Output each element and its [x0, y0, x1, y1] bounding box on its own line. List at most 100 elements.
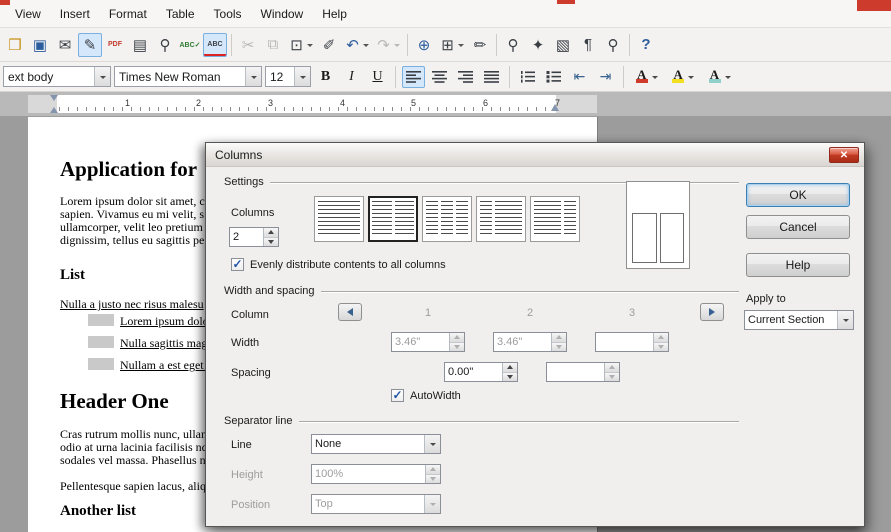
- line-style-value: None: [312, 435, 424, 453]
- cancel-button[interactable]: Cancel: [746, 215, 850, 239]
- spin-up-icon[interactable]: [264, 228, 278, 237]
- gallery-icon[interactable]: ▧: [551, 33, 575, 57]
- save-icon[interactable]: ▣: [28, 33, 52, 57]
- spin-down-icon[interactable]: [503, 372, 517, 382]
- highlighting-dropdown-icon[interactable]: [685, 67, 698, 87]
- font-color-button[interactable]: A: [630, 66, 663, 88]
- column-scroll-right-button[interactable]: [700, 303, 724, 321]
- apply-to-select[interactable]: Current Section: [744, 310, 854, 330]
- highlighting-button[interactable]: A: [666, 66, 699, 88]
- column-scroll-left-button[interactable]: [338, 303, 362, 321]
- help-button[interactable]: Help: [746, 253, 850, 277]
- right-indent-marker[interactable]: [551, 104, 559, 111]
- preview-column: [660, 213, 685, 263]
- doc-heading-3: Another list: [60, 503, 136, 520]
- formatting-marks-icon[interactable]: ¶: [576, 33, 600, 57]
- align-right-icon[interactable]: [454, 66, 477, 88]
- page-preview-icon[interactable]: ⚲: [153, 33, 177, 57]
- width-input-1: 3.46": [391, 332, 465, 352]
- undo-icon[interactable]: ↶: [342, 33, 372, 57]
- spin-up-icon[interactable]: [503, 363, 517, 372]
- line-style-dropdown-icon[interactable]: [424, 435, 440, 453]
- font-name-select[interactable]: Times New Roman: [114, 66, 262, 87]
- dialog-titlebar[interactable]: Columns: [206, 143, 864, 167]
- columns-preview: [626, 181, 690, 269]
- align-center-icon[interactable]: [428, 66, 451, 88]
- font-size-dropdown-icon[interactable]: [294, 67, 310, 86]
- spin-down-icon[interactable]: [264, 237, 278, 247]
- width-value-3: [596, 333, 653, 351]
- help-icon[interactable]: ?: [634, 33, 658, 57]
- print-icon[interactable]: ▤: [128, 33, 152, 57]
- layout-three-columns[interactable]: [422, 196, 472, 242]
- width-label: Width: [231, 337, 259, 349]
- dialog-close-button[interactable]: ✕: [829, 147, 859, 163]
- navigator-icon[interactable]: ✦: [526, 33, 550, 57]
- layout-right-narrow[interactable]: [530, 196, 580, 242]
- font-size-select[interactable]: 12: [265, 66, 311, 87]
- auto-spellcheck-icon[interactable]: ABC: [203, 33, 227, 57]
- font-name-dropdown-icon[interactable]: [245, 67, 261, 86]
- bullet-graphic: [88, 358, 114, 370]
- paragraph-style-select[interactable]: ext body: [3, 66, 111, 87]
- menu-insert[interactable]: Insert: [51, 3, 99, 25]
- increase-indent-icon[interactable]: ⇥: [594, 66, 617, 88]
- layout-one-column[interactable]: [314, 196, 364, 242]
- italic-button[interactable]: I: [340, 66, 363, 88]
- apply-to-dropdown-icon[interactable]: [837, 311, 853, 329]
- columns-count-input[interactable]: 2: [229, 227, 279, 247]
- left-indent-marker[interactable]: [50, 95, 59, 113]
- insert-table-icon[interactable]: ⊞: [437, 33, 467, 57]
- font-color-swatch: [636, 79, 648, 83]
- bullet-list-icon[interactable]: [542, 66, 565, 88]
- align-justify-icon[interactable]: [480, 66, 503, 88]
- align-left-icon[interactable]: [402, 66, 425, 88]
- decrease-indent-icon[interactable]: ⇤: [568, 66, 591, 88]
- highlighting-swatch: [672, 79, 684, 83]
- menu-tools[interactable]: Tools: [205, 3, 251, 25]
- autowidth-checkbox[interactable]: ✓: [391, 389, 404, 402]
- menu-view[interactable]: View: [6, 3, 50, 25]
- open-document-icon[interactable]: ❒: [3, 33, 27, 57]
- find-replace-icon[interactable]: ⚲: [501, 33, 525, 57]
- paste-icon[interactable]: ⊡: [286, 33, 316, 57]
- menu-window[interactable]: Window: [252, 3, 313, 25]
- menu-format[interactable]: Format: [100, 3, 156, 25]
- clone-formatting-icon[interactable]: ✐: [317, 33, 341, 57]
- font-color-dropdown-icon[interactable]: [648, 67, 661, 87]
- spin-down-icon: [450, 342, 464, 352]
- background-window-fragment: [557, 0, 575, 4]
- spacing-input-1[interactable]: 0.00": [444, 362, 518, 382]
- ok-button[interactable]: OK: [746, 183, 850, 207]
- width-value-2: 3.46": [494, 333, 551, 351]
- zoom-icon[interactable]: ⚲: [601, 33, 625, 57]
- draw-functions-icon[interactable]: ✏: [468, 33, 492, 57]
- paragraph-style-dropdown-icon[interactable]: [94, 67, 110, 86]
- column-number-3: 3: [610, 307, 654, 319]
- export-pdf-icon[interactable]: PDF: [103, 33, 127, 57]
- close-icon: ✕: [840, 150, 848, 161]
- menu-help[interactable]: Help: [313, 3, 356, 25]
- layout-two-columns[interactable]: [368, 196, 418, 242]
- underline-button[interactable]: U: [366, 66, 389, 88]
- edit-mode-icon[interactable]: ✎: [78, 33, 102, 57]
- standard-toolbar: ❒ ▣ ✉ ✎ PDF ▤ ⚲ ABC✓ ABC ✂ ⧉ ⊡ ✐ ↶ ↷ ⊕ ⊞…: [0, 28, 891, 62]
- background-color-dropdown-icon[interactable]: [721, 67, 734, 87]
- copy-icon: ⧉: [261, 33, 285, 57]
- bold-button[interactable]: B: [314, 66, 337, 88]
- background-color-swatch: [709, 79, 721, 83]
- evenly-distribute-checkbox[interactable]: ✓: [231, 258, 244, 271]
- menu-table[interactable]: Table: [157, 3, 204, 25]
- position-value: Top: [312, 495, 424, 513]
- line-style-select[interactable]: None: [311, 434, 441, 454]
- email-icon[interactable]: ✉: [53, 33, 77, 57]
- ruler-number: 6: [483, 98, 488, 108]
- hyperlink-icon[interactable]: ⊕: [412, 33, 436, 57]
- numbered-list-icon[interactable]: [516, 66, 539, 88]
- width-spacing-group-header: Width and spacing: [224, 285, 739, 297]
- position-label: Position: [231, 499, 270, 511]
- background-color-button[interactable]: A: [703, 66, 736, 88]
- ruler[interactable]: 1 2 3 4 5 6 7: [0, 92, 891, 116]
- layout-left-narrow[interactable]: [476, 196, 526, 242]
- spellcheck-icon[interactable]: ABC✓: [178, 33, 202, 57]
